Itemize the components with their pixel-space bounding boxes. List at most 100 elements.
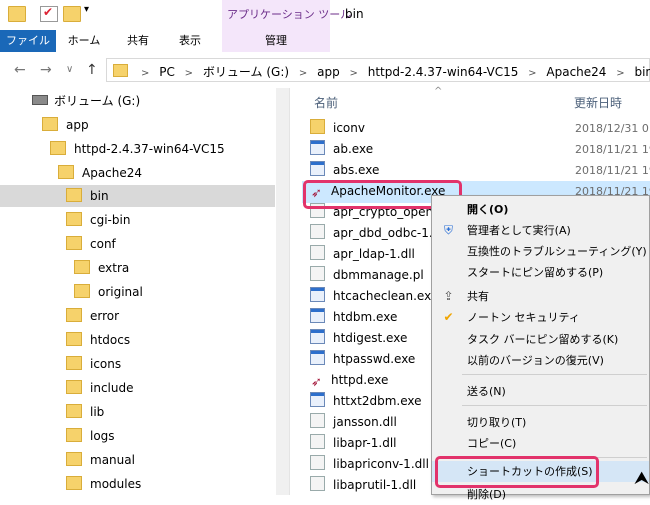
- tab-home[interactable]: ホーム: [62, 30, 106, 52]
- exe-icon: [310, 308, 325, 323]
- tree-item-app[interactable]: app: [42, 114, 89, 136]
- menu-item-run-as-admin[interactable]: ⛨ 管理者として実行(A): [432, 220, 649, 241]
- breadcrumb-volume[interactable]: ボリューム (G:): [203, 65, 289, 79]
- address-bar[interactable]: > PC > ボリューム (G:) > app > httpd-2.4.37-w…: [106, 58, 650, 82]
- menu-item-share[interactable]: ⇪ 共有: [432, 286, 649, 307]
- folder-icon: [113, 64, 128, 77]
- file-row[interactable]: ab.exe: [310, 139, 373, 160]
- tree-item-extra[interactable]: extra: [74, 257, 129, 279]
- folder-icon[interactable]: [8, 6, 26, 22]
- tab-view[interactable]: 表示: [170, 30, 210, 52]
- address-row: ← → ∨ ↑ > PC > ボリューム (G:) > app > httpd-…: [0, 52, 650, 88]
- file-row[interactable]: ➶ httpd.exe: [310, 370, 388, 391]
- menu-item-open[interactable]: 開く(O): [432, 199, 649, 220]
- menu-item-cut[interactable]: 切り取り(T): [432, 412, 649, 433]
- sort-chevron-icon: ^: [434, 86, 443, 97]
- menu-item-copy[interactable]: コピー(C): [432, 433, 649, 454]
- file-row[interactable]: htdbm.exe: [310, 307, 397, 328]
- file-row[interactable]: apr_dbd_odbc-1.dl: [310, 223, 444, 244]
- file-row[interactable]: libaprutil-1.dll: [310, 475, 416, 496]
- tree-item-original[interactable]: original: [74, 281, 143, 303]
- recent-dropdown-icon[interactable]: ∨: [66, 64, 73, 75]
- ribbon-tabs: ファイル ホーム 共有 表示 管理: [0, 30, 650, 53]
- file-row[interactable]: jansson.dll: [310, 412, 397, 433]
- file-icon: [310, 224, 325, 239]
- chevron-right-icon[interactable]: >: [185, 68, 193, 79]
- tree-item-lib[interactable]: lib: [66, 401, 104, 423]
- tree-item-bin[interactable]: bin: [0, 185, 275, 207]
- file-row[interactable]: htdigest.exe: [310, 328, 407, 349]
- file-name: htpasswd.exe: [333, 352, 416, 366]
- tree-item-error[interactable]: error: [66, 305, 119, 327]
- menu-item-pin-taskbar[interactable]: タスク バーにピン留めする(K): [432, 329, 649, 350]
- tree-item-apache24[interactable]: Apache24: [58, 162, 142, 184]
- chevron-right-icon[interactable]: >: [616, 68, 624, 79]
- properties-icon[interactable]: ✔: [40, 5, 58, 22]
- exe-icon: [310, 140, 325, 155]
- chevron-right-icon[interactable]: >: [528, 68, 536, 79]
- file-row[interactable]: htcacheclean.exe: [310, 286, 438, 307]
- file-row[interactable]: apr_ldap-1.dll: [310, 244, 415, 265]
- column-header-name[interactable]: 名前: [314, 94, 338, 111]
- file-row[interactable]: iconv: [310, 118, 365, 139]
- tab-file[interactable]: ファイル: [0, 30, 56, 52]
- file-row[interactable]: httxt2dbm.exe: [310, 391, 421, 412]
- file-row[interactable]: htpasswd.exe: [310, 349, 415, 370]
- menu-item-label: 開く(O): [467, 203, 509, 216]
- up-arrow-icon[interactable]: ↑: [86, 62, 98, 78]
- file-row[interactable]: dbmmanage.pl: [310, 265, 424, 286]
- folder-icon: [66, 380, 82, 394]
- tree-item-icons[interactable]: icons: [66, 353, 121, 375]
- tree-item-httpd[interactable]: httpd-2.4.37-win64-VC15: [50, 138, 225, 160]
- file-name: iconv: [333, 121, 365, 135]
- breadcrumb-httpd[interactable]: httpd-2.4.37-win64-VC15: [368, 65, 519, 79]
- file-row[interactable]: libapr-1.dll: [310, 433, 397, 454]
- folder-icon: [66, 428, 82, 442]
- tree-item-label: conf: [90, 237, 116, 251]
- tree-item-include[interactable]: include: [66, 377, 133, 399]
- navigation-tree: ボリューム (G:) app httpd-2.4.37-win64-VC15 A…: [0, 88, 290, 495]
- tab-manage[interactable]: 管理: [222, 30, 330, 52]
- breadcrumb-pc[interactable]: PC: [159, 65, 175, 79]
- tree-item-htdocs[interactable]: htdocs: [66, 329, 130, 351]
- highlight-box-create-shortcut: [435, 456, 599, 488]
- file-row[interactable]: libapriconv-1.dll: [310, 454, 429, 475]
- quick-access-dropdown-icon[interactable]: ▾: [84, 4, 100, 18]
- file-icon: [310, 434, 325, 449]
- menu-item-troubleshoot[interactable]: 互換性のトラブルシューティング(Y): [432, 241, 649, 262]
- tree-item-label: icons: [90, 357, 122, 371]
- exe-icon: [310, 392, 325, 407]
- menu-item-send-to[interactable]: 送る(N): [432, 381, 649, 402]
- menu-item-restore-versions[interactable]: 以前のバージョンの復元(V): [432, 350, 649, 371]
- breadcrumb-apache24[interactable]: Apache24: [546, 65, 606, 79]
- new-folder-icon[interactable]: [63, 6, 81, 22]
- back-arrow-icon[interactable]: ←: [14, 62, 26, 78]
- folder-icon: [74, 284, 90, 298]
- tree-item-label: lib: [90, 405, 105, 419]
- tree-item-label: bin: [90, 189, 109, 203]
- file-row[interactable]: abs.exe: [310, 160, 379, 181]
- breadcrumb-bin[interactable]: bin: [634, 65, 650, 79]
- tab-share[interactable]: 共有: [118, 30, 158, 52]
- menu-item-label: 管理者として実行(A): [467, 224, 571, 237]
- tree-item-logs[interactable]: logs: [66, 425, 115, 447]
- tree-item-conf[interactable]: conf: [66, 233, 116, 255]
- column-header-date[interactable]: 更新日時: [574, 94, 622, 111]
- tree-item-label: ボリューム (G:): [54, 94, 141, 108]
- tree-item-manual[interactable]: manual: [66, 449, 135, 471]
- tree-item-drive[interactable]: ボリューム (G:): [32, 90, 140, 112]
- menu-item-pin-start[interactable]: スタートにピン留めする(P): [432, 262, 649, 283]
- pane-divider[interactable]: [289, 88, 290, 495]
- tree-scrollbar[interactable]: [276, 88, 290, 495]
- chevron-right-icon[interactable]: >: [299, 68, 307, 79]
- tree-item-cgi-bin[interactable]: cgi-bin: [66, 209, 130, 231]
- forward-arrow-icon[interactable]: →: [40, 62, 52, 78]
- breadcrumb-app[interactable]: app: [317, 65, 340, 79]
- chevron-right-icon[interactable]: >: [350, 68, 358, 79]
- chevron-right-icon[interactable]: >: [141, 68, 149, 79]
- file-name: libapriconv-1.dll: [333, 457, 429, 471]
- tree-item-modules[interactable]: modules: [66, 473, 141, 495]
- file-name: httxt2dbm.exe: [333, 394, 422, 408]
- folder-icon: [66, 332, 82, 346]
- menu-item-norton[interactable]: ✔ ノートン セキュリティ: [432, 307, 649, 328]
